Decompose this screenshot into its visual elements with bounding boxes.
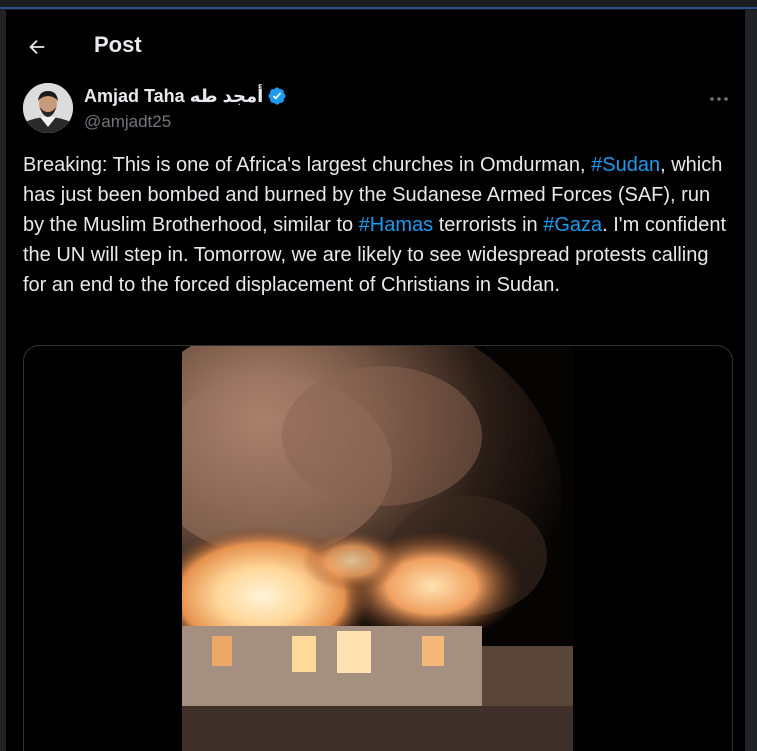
page-title: Post — [94, 32, 142, 57]
more-horizontal-icon — [710, 97, 728, 101]
back-button[interactable] — [20, 30, 54, 64]
post-header: Post — [6, 10, 745, 80]
media-card[interactable] — [23, 345, 733, 751]
scrollbar[interactable] — [745, 10, 757, 751]
hashtag-link[interactable]: #Hamas — [359, 214, 433, 236]
author-names: Amjad Taha أمجد طه @amjadt25 — [84, 85, 287, 133]
hashtag-link[interactable]: #Gaza — [543, 214, 602, 236]
window-accent-line — [0, 7, 757, 9]
hashtag-link[interactable]: #Sudan — [591, 154, 660, 176]
display-name-row: Amjad Taha أمجد طه — [84, 85, 287, 107]
avatar[interactable] — [23, 83, 73, 133]
window: Post Amjad Taha أمجد طه @amjadt25 Breaki… — [0, 0, 757, 751]
tweet-text-segment: Breaking: This is one of Africa's larges… — [23, 154, 592, 176]
handle[interactable]: @amjadt25 — [84, 111, 287, 133]
verified-badge-icon — [268, 87, 286, 105]
avatar-image — [23, 83, 73, 133]
arrow-left-icon — [29, 39, 45, 55]
author-row: Amjad Taha أمجد طه @amjadt25 — [23, 83, 733, 143]
tweet-text: Breaking: This is one of Africa's larges… — [23, 150, 735, 300]
video-thumbnail[interactable] — [182, 346, 573, 751]
display-name[interactable]: Amjad Taha أمجد طه — [84, 85, 263, 107]
post-view: Post Amjad Taha أمجد طه @amjadt25 Breaki… — [6, 10, 745, 751]
tweet-text-segment: terrorists in — [433, 214, 544, 236]
more-button[interactable] — [705, 89, 733, 109]
window-top-strip — [0, 0, 757, 10]
fire-scene-image — [182, 346, 573, 751]
